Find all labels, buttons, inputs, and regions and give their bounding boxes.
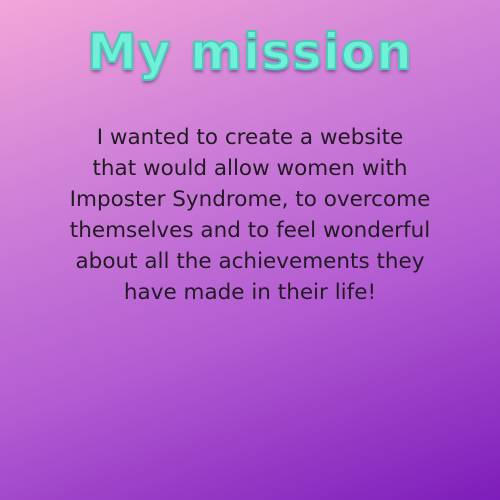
mission-title: My mission (86, 22, 413, 82)
mission-statement: I wanted to create a website that would … (20, 122, 480, 308)
mission-line-3: Imposter Syndrome, to overcome (69, 187, 431, 212)
mission-line-5: about all the achievements they (75, 249, 425, 274)
mission-line-2: that would allow women with (92, 156, 408, 181)
mission-card: My mission I wanted to create a website … (0, 0, 500, 500)
mission-line-6: have made in their life! (123, 280, 377, 305)
mission-line-1: I wanted to create a website (96, 125, 404, 150)
mission-line-4: themselves and to feel wonderful (69, 218, 431, 243)
